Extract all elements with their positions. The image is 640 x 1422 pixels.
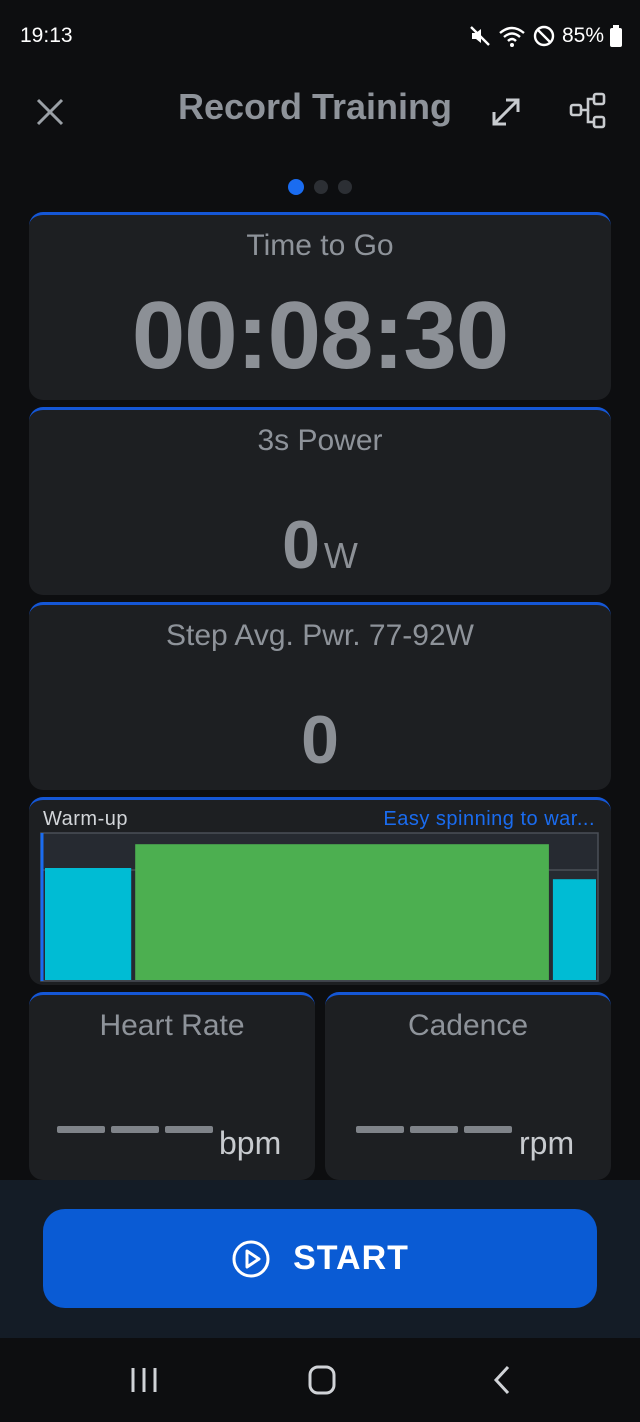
workout-segment-3 <box>552 879 596 980</box>
placeholder-dash <box>165 1126 213 1133</box>
dnd-icon <box>533 25 555 47</box>
current-step-name: Warm-up <box>43 808 128 830</box>
step-avg-power-panel[interactable]: Step Avg. Pwr. 77-92W 0 <box>29 602 611 790</box>
page-dot-2[interactable] <box>314 180 328 194</box>
battery-percent: 85% <box>561 24 604 47</box>
cadence-unit: rpm <box>519 1125 575 1161</box>
placeholder-dash <box>356 1126 404 1133</box>
power-panel[interactable]: 3s Power 0W <box>29 407 611 595</box>
close-icon[interactable] <box>30 92 70 132</box>
share-icon[interactable] <box>568 90 610 132</box>
battery-icon <box>610 25 622 47</box>
cadence-empty-value <box>356 1126 512 1133</box>
workout-segment-2 <box>135 844 549 980</box>
page-indicator[interactable] <box>0 179 640 198</box>
home-icon[interactable] <box>302 1362 342 1398</box>
expand-icon[interactable] <box>486 92 526 132</box>
system-nav-bar <box>0 1338 640 1422</box>
start-button-label: START <box>293 1239 409 1277</box>
status-time: 19:13 <box>20 24 73 47</box>
placeholder-dash <box>57 1126 105 1133</box>
placeholder-dash <box>410 1126 458 1133</box>
heart-rate-panel[interactable]: Heart Rate bpm <box>29 992 315 1180</box>
cadence-panel[interactable]: Cadence rpm <box>325 992 611 1180</box>
workout-profile-panel[interactable]: Warm-up Easy spinning to war... <box>29 797 611 985</box>
wifi-icon <box>499 26 525 47</box>
heart-rate-label: Heart Rate <box>99 1009 245 1042</box>
time-to-go-label: Time to Go <box>246 229 394 262</box>
step-avg-power-value: 0 <box>301 702 339 778</box>
placeholder-dash <box>464 1126 512 1133</box>
placeholder-dash <box>111 1126 159 1133</box>
power-unit: W <box>323 535 358 576</box>
power-value: 0 <box>282 507 320 583</box>
heart-rate-unit: bpm <box>219 1125 282 1161</box>
page-dot-1[interactable] <box>288 179 304 195</box>
bottom-action-bar: START <box>0 1180 640 1338</box>
recents-icon[interactable] <box>124 1362 164 1398</box>
cadence-label: Cadence <box>407 1009 529 1042</box>
page-title: Record Training <box>177 86 453 127</box>
mute-icon <box>470 26 490 46</box>
time-to-go-value: 00:08:30 <box>131 282 509 389</box>
start-button[interactable]: START <box>43 1209 597 1308</box>
play-circle-icon <box>232 1240 270 1277</box>
step-avg-power-label: Step Avg. Pwr. 77-92W <box>166 619 474 652</box>
step-description[interactable]: Easy spinning to war... <box>383 808 595 831</box>
status-icons: 85% <box>468 22 622 50</box>
app-header: Record Training <box>0 72 640 152</box>
power-readout: 0W <box>29 506 611 584</box>
heart-rate-empty-value <box>57 1126 213 1133</box>
workout-segment-1 <box>45 868 132 980</box>
page-dot-3[interactable] <box>338 180 352 194</box>
time-to-go-panel[interactable]: Time to Go 00:08:30 <box>29 212 611 400</box>
status-bar: 19:13 85% <box>0 0 640 72</box>
power-label: 3s Power <box>257 424 383 457</box>
back-icon[interactable] <box>482 1362 522 1398</box>
